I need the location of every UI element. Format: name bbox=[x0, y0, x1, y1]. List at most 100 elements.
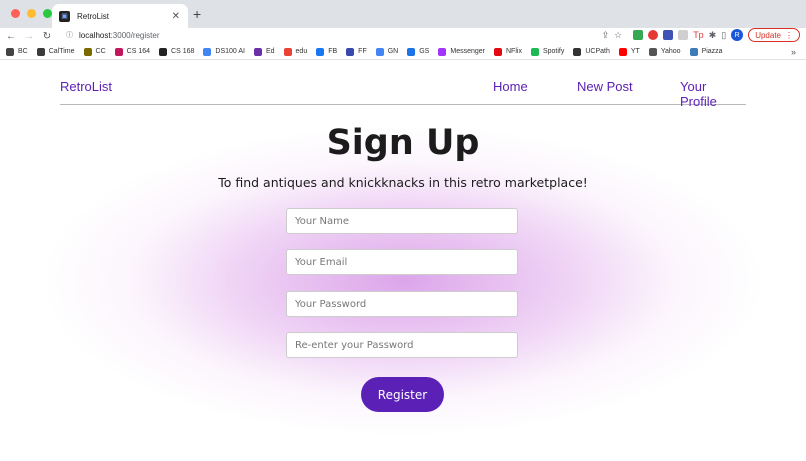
close-tab-icon[interactable]: ✕ bbox=[172, 11, 180, 22]
bookmark-favicon-icon bbox=[618, 47, 627, 56]
bookmark-item[interactable]: NFlix bbox=[494, 47, 522, 56]
bookmark-label: Messenger bbox=[450, 48, 485, 55]
new-tab-icon[interactable]: + bbox=[193, 6, 201, 22]
page-subtitle: To find antiques and knickknacks in this… bbox=[218, 175, 588, 190]
bookmark-label: GS bbox=[419, 48, 430, 55]
bookmark-favicon-icon bbox=[573, 47, 582, 56]
bookmark-favicon-icon bbox=[648, 47, 657, 56]
nav-new-post-link[interactable]: New Post bbox=[577, 79, 633, 94]
forward-arrow-icon[interactable]: → bbox=[20, 31, 38, 42]
bookmark-item[interactable]: Ed bbox=[253, 47, 275, 56]
bookmark-item[interactable]: GS bbox=[407, 47, 430, 56]
browser-tab-bar: ▣ RetroList ✕ + bbox=[0, 0, 806, 28]
bookmark-label: BC bbox=[18, 48, 28, 55]
bookmark-label: YT bbox=[630, 48, 640, 55]
drive-extension-icon[interactable] bbox=[633, 30, 644, 40]
bookmark-favicon-icon bbox=[438, 47, 447, 56]
bookmark-item[interactable]: CS 164 bbox=[114, 47, 151, 56]
bookmark-favicon-icon bbox=[114, 47, 123, 56]
bookmark-label: DS100 AI bbox=[215, 48, 245, 55]
name-field[interactable] bbox=[286, 208, 518, 234]
share-icon[interactable]: ⇪ bbox=[602, 30, 610, 41]
page-title: Sign Up bbox=[326, 123, 480, 163]
bookmark-item[interactable]: Piazza bbox=[689, 47, 723, 56]
url-path: :3000/register bbox=[110, 30, 160, 40]
tp-extension-icon[interactable]: Tp bbox=[693, 30, 704, 40]
bookmark-label: CalTime bbox=[48, 48, 75, 55]
maximize-window-button[interactable] bbox=[43, 9, 52, 18]
puzzle-extensions-icon[interactable]: ✱ bbox=[709, 30, 717, 41]
bookmark-favicon-icon bbox=[316, 47, 325, 56]
bookmark-label: Ed bbox=[265, 48, 275, 55]
grey-extension-icon[interactable] bbox=[678, 30, 689, 40]
bookmark-label: UCPath bbox=[585, 48, 610, 55]
browser-toolbar: ← → ↻ ⓘ localhost :3000/register ⇪ ☆ Tp … bbox=[0, 28, 806, 44]
bookmark-favicon-icon bbox=[689, 47, 698, 56]
url-host: localhost bbox=[79, 30, 111, 40]
nav-home-link[interactable]: Home bbox=[493, 79, 528, 94]
bookmark-favicon-icon bbox=[530, 47, 539, 56]
bookmark-favicon-icon bbox=[203, 47, 212, 56]
bookmark-item[interactable]: Yahoo bbox=[648, 47, 681, 56]
browser-tab[interactable]: ▣ RetroList ✕ bbox=[52, 4, 188, 28]
toolbar-actions: ⇪ ☆ Tp ✱ ▯ R Update ⋮ bbox=[602, 28, 800, 42]
bookmark-item[interactable]: BC bbox=[6, 47, 28, 56]
bookmark-label: Yahoo bbox=[660, 48, 681, 55]
bookmark-star-icon[interactable]: ☆ bbox=[614, 30, 622, 41]
bookmark-favicon-icon bbox=[6, 47, 14, 56]
bookmark-label: edu bbox=[295, 48, 308, 55]
email-field[interactable] bbox=[286, 249, 518, 275]
tab-title: RetroList bbox=[77, 11, 110, 21]
bookmark-favicon-icon bbox=[346, 47, 355, 56]
bookmark-item[interactable]: Spotify bbox=[530, 47, 565, 56]
back-arrow-icon[interactable]: ← bbox=[2, 31, 20, 42]
bookmark-item[interactable]: CalTime bbox=[36, 47, 75, 56]
bookmark-item[interactable]: CS 168 bbox=[159, 47, 194, 56]
bookmark-favicon-icon bbox=[407, 47, 416, 56]
info-icon[interactable]: ⓘ bbox=[66, 30, 73, 40]
brand-link[interactable]: RetroList bbox=[60, 79, 112, 94]
bookmark-item[interactable]: DS100 AI bbox=[203, 47, 245, 56]
bookmark-label: NFlix bbox=[506, 48, 522, 55]
window-controls bbox=[11, 9, 52, 18]
bookmark-item[interactable]: YT bbox=[618, 47, 640, 56]
page-content: RetroList Home New Post Your Profile Sig… bbox=[0, 61, 806, 461]
bookmark-label: FF bbox=[358, 48, 367, 55]
nav-profile-link[interactable]: Your Profile bbox=[680, 79, 746, 109]
bookmark-item[interactable]: UCPath bbox=[573, 47, 610, 56]
bookmark-favicon-icon bbox=[36, 47, 45, 56]
reload-icon[interactable]: ↻ bbox=[38, 31, 56, 42]
bookmark-favicon-icon bbox=[253, 47, 262, 56]
bookmark-item[interactable]: GN bbox=[375, 47, 399, 56]
bookmark-favicon-icon bbox=[83, 47, 92, 56]
bookmark-label: GN bbox=[387, 48, 399, 55]
bookmark-favicon-icon bbox=[494, 47, 502, 56]
bookmark-label: CS 164 bbox=[126, 48, 151, 55]
calendar-extension-icon[interactable] bbox=[663, 30, 674, 40]
register-button[interactable]: Register bbox=[361, 377, 444, 412]
bookmark-item[interactable]: FB bbox=[316, 47, 338, 56]
bookmark-label: Spotify bbox=[542, 48, 565, 55]
bookmark-item[interactable]: FF bbox=[346, 47, 367, 56]
address-bar[interactable]: ⓘ localhost :3000/register bbox=[60, 28, 610, 42]
bookmark-label: CC bbox=[95, 48, 106, 55]
bookmark-label: Piazza bbox=[701, 48, 723, 55]
bookmark-item[interactable]: Messenger bbox=[438, 47, 485, 56]
bookmark-label: FB bbox=[328, 48, 338, 55]
minimize-window-button[interactable] bbox=[27, 9, 36, 18]
more-bookmarks-icon[interactable]: » bbox=[791, 47, 796, 57]
password-field[interactable] bbox=[286, 291, 518, 317]
confirm-password-field[interactable] bbox=[286, 332, 518, 358]
side-panel-icon[interactable]: ▯ bbox=[721, 30, 726, 41]
bookmark-item[interactable]: CC bbox=[83, 47, 106, 56]
more-menu-icon: ⋮ bbox=[785, 30, 793, 40]
update-button[interactable]: Update ⋮ bbox=[748, 28, 800, 42]
adblock-extension-icon[interactable] bbox=[648, 30, 659, 40]
update-label: Update bbox=[755, 30, 781, 40]
close-window-button[interactable] bbox=[11, 9, 20, 18]
bookmark-favicon-icon bbox=[159, 47, 168, 56]
profile-avatar[interactable]: R bbox=[731, 29, 744, 41]
bookmarks-bar: BC CalTime CC CS 164 CS 168 DS100 AI Ed edu FB FF… bbox=[0, 44, 806, 60]
bookmark-favicon-icon bbox=[375, 47, 384, 56]
bookmark-item[interactable]: edu bbox=[283, 47, 308, 56]
